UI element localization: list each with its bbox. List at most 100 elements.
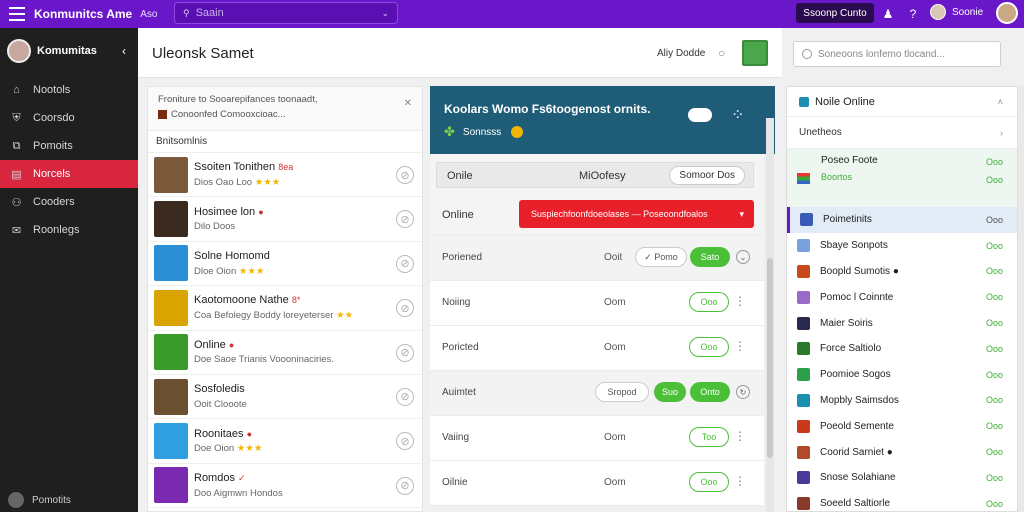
avatar[interactable]	[742, 40, 768, 66]
request-row[interactable]: Oilnie Oom Ooo ⋮	[430, 461, 764, 506]
top-search[interactable]: ⚲ ⌄	[174, 2, 398, 24]
list-item[interactable]: Sosfoledis Ooit Clooote ⊘	[148, 375, 422, 420]
list-item[interactable]: Kaotomoone Nathe 8* Coa Befolegy Boddy lo…	[148, 286, 422, 331]
sidebar-item-2[interactable]: ⧉ Pomoits	[0, 132, 138, 160]
online-item[interactable]: Poeold Semente Ooo	[787, 413, 1017, 439]
help-icon[interactable]: ?	[904, 5, 922, 23]
top-search-input[interactable]	[195, 7, 382, 19]
collapse-icon[interactable]: ‹	[122, 44, 126, 58]
friend-name: Kaotomoone Nathe	[194, 294, 289, 307]
pending-button[interactable]: Ooo	[689, 292, 729, 312]
chevron-up-icon[interactable]: ˄	[998, 97, 1003, 107]
profile-avatar[interactable]	[996, 2, 1018, 24]
select-button[interactable]: Sropod	[595, 382, 649, 402]
user-icon[interactable]: ♟	[879, 5, 897, 23]
remove-icon[interactable]: ⊘	[396, 432, 414, 451]
scrollbar[interactable]	[766, 118, 774, 512]
account-label[interactable]: Aliy Dodde	[657, 48, 705, 59]
sidebar-footer-label: Pomotits	[32, 494, 71, 506]
remove-icon[interactable]: ⊘	[396, 299, 414, 318]
sidebar-footer[interactable]: Pomotits	[8, 492, 71, 508]
more-icon[interactable]: ⁘	[731, 105, 744, 125]
list-item[interactable]: Romdos ✓ Doo Aigmwn Hondos ⊘	[148, 464, 422, 509]
alert-dropdown[interactable]: Suspiechfoonfdoeolases — Poseoondfoalos …	[519, 200, 754, 228]
chevron-down-icon[interactable]: ⌄	[381, 8, 389, 19]
list-item[interactable]: Online ● Doe Saoe Trianis Voooninaciries.…	[148, 331, 422, 375]
refresh-icon[interactable]: ↻	[736, 385, 750, 399]
sidebar-item-0[interactable]: ⌂ Nootols	[0, 76, 138, 104]
kebab-icon[interactable]: ⋮	[734, 339, 746, 353]
app-brand[interactable]: Konmunitcs Ame	[34, 7, 132, 21]
online-item[interactable]: Poimetinits Ooo	[787, 207, 1017, 233]
online-item[interactable]: Force Saltiolo Ooo	[787, 336, 1017, 362]
clover-icon: ✤	[444, 124, 455, 139]
online-item[interactable]: Maier Soiris Ooo	[787, 310, 1017, 336]
friend-badge: ●	[246, 428, 253, 439]
online-item[interactable]: Soeeld Saltiorle Ooo	[787, 491, 1017, 512]
top-user[interactable]: Soonie	[930, 4, 983, 20]
online-item[interactable]: Mopbly Saimsdos Ooo	[787, 388, 1017, 414]
top-action-button[interactable]: Ssoonp Cunto	[796, 3, 874, 23]
online-item[interactable]: Coorid Sarniet ● Ooo	[787, 439, 1017, 465]
online-panel-subhead[interactable]: Unetheos ›	[787, 117, 1017, 149]
request-row[interactable]: Vaiing Oom Too ⋮	[430, 416, 764, 461]
confirm-button[interactable]: Suo	[654, 382, 686, 402]
kebab-icon[interactable]: ⋮	[734, 474, 746, 488]
right-search-input[interactable]	[818, 48, 1000, 60]
online-item[interactable]: Sbaye Sonpots Ooo	[787, 233, 1017, 259]
close-icon[interactable]: ✕	[404, 98, 412, 109]
friend-badge: 8*	[291, 295, 301, 306]
request-row[interactable]: Auimtet Sropod Suo Onto ↻	[430, 371, 764, 416]
more-icon[interactable]: ⌄	[736, 250, 750, 264]
avatar	[154, 423, 188, 460]
list-item[interactable]: Ssoiten Tonithen 8ea Dios Oao Loo ★★★ ⊘	[148, 153, 422, 198]
list-item[interactable]: Roonitaes ● Doe Oion ★★★ ⊘	[148, 419, 422, 464]
kebab-icon[interactable]: ⋮	[734, 429, 746, 443]
top-user-name: Soonie	[952, 6, 984, 18]
remove-icon[interactable]: ⊘	[396, 166, 414, 184]
chevron-right-icon[interactable]: ›	[1000, 128, 1003, 138]
right-search[interactable]	[793, 41, 1001, 67]
featured-item[interactable]: Poseo Foote Boortos Ooo Ooo	[787, 149, 1017, 207]
list-item[interactable]: Solne Homomd Dloe Oion ★★★ ⊘	[148, 242, 422, 287]
controller-icon[interactable]	[688, 108, 712, 122]
remove-icon[interactable]: ⊘	[396, 254, 414, 273]
request-row[interactable]: Noiing Oom Ooo ⋮	[430, 281, 764, 326]
status-button[interactable]: Somoor Dos	[669, 166, 745, 185]
pending-button[interactable]: Ooo	[689, 472, 729, 492]
request-label: Auimtet	[442, 387, 476, 398]
online-item[interactable]: Boopld Sumotis ● Ooo	[787, 259, 1017, 285]
notification-icon[interactable]: ○	[718, 46, 725, 60]
sidebar-item-4[interactable]: ⚇ Cooders	[0, 188, 138, 216]
friend-name: Hosimee lon	[194, 205, 256, 218]
online-item[interactable]: Pomoc l Coinnte Ooo	[787, 284, 1017, 310]
online-item[interactable]: Poomioe Sogos Ooo	[787, 362, 1017, 388]
online-icon	[799, 96, 809, 107]
online-panel-header[interactable]: Noile Online ˄	[787, 87, 1017, 117]
sidebar-item-1[interactable]: ⛨ Coorsdo	[0, 104, 138, 132]
kebab-icon[interactable]: ⋮	[734, 294, 746, 308]
menu-icon[interactable]	[9, 7, 25, 21]
avatar	[154, 156, 188, 193]
pending-button[interactable]: Too	[689, 427, 729, 447]
avatar[interactable]	[7, 39, 31, 63]
request-row[interactable]: Poriened Ooit ✓ Pomo Sato ⌄	[430, 236, 764, 281]
notice-text-2: Conoonfed Comooxcioac...	[171, 109, 286, 120]
pending-button[interactable]: Ooo	[689, 337, 729, 357]
decline-button[interactable]: ✓ Pomo	[635, 247, 687, 267]
featured-value-2: Ooo	[985, 175, 1003, 185]
remove-icon[interactable]: ⊘	[396, 476, 414, 495]
sidebar-item-label: Pomoits	[33, 140, 73, 152]
sidebar-item-3[interactable]: ▤ Norcels	[0, 160, 138, 188]
center-panel: Koolars Womo Fs6toogenost ornits. ✤ Sonn…	[430, 86, 775, 512]
remove-icon[interactable]: ⊘	[396, 210, 414, 229]
scrollbar[interactable]	[1018, 86, 1024, 512]
list-item[interactable]: Hosimee lon ● Dilo Doos ⊘	[148, 197, 422, 242]
request-row[interactable]: Poricted Oom Ooo ⋮	[430, 326, 764, 371]
online-item[interactable]: Snose Solahiane Ooo	[787, 465, 1017, 491]
accept-button[interactable]: Sato	[690, 247, 730, 267]
remove-icon[interactable]: ⊘	[396, 387, 414, 406]
sidebar-item-5[interactable]: ✉ Roonlegs	[0, 216, 138, 244]
accept-button[interactable]: Onto	[690, 382, 730, 402]
remove-icon[interactable]: ⊘	[396, 343, 414, 362]
